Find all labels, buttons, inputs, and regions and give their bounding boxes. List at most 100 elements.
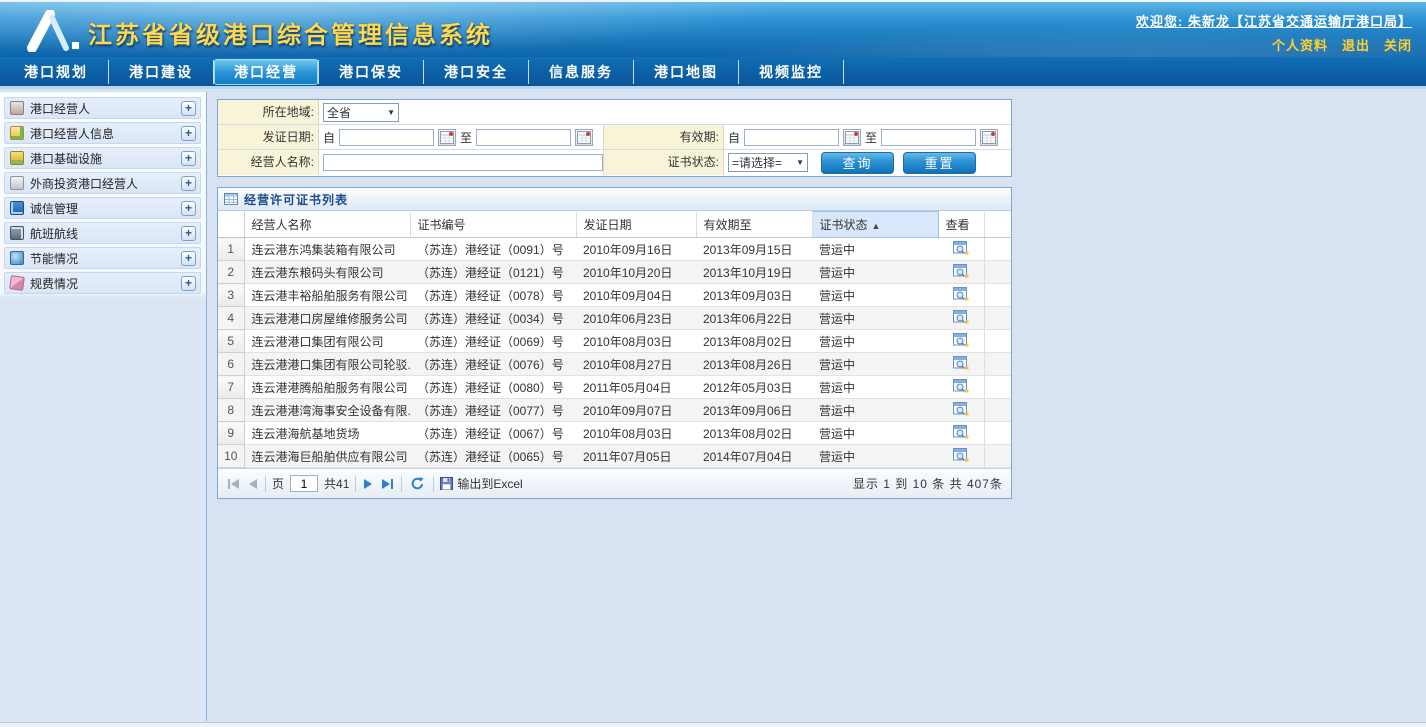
view-record-icon[interactable] [953,402,969,416]
view-record-icon[interactable] [953,264,969,278]
sidebar-item[interactable]: 规费情况+ [4,272,201,294]
total-pages-label: 共41 [324,475,349,492]
view-cell [938,399,984,422]
cert-status-cell: 营运中 [812,307,938,330]
view-record-icon[interactable] [953,310,969,324]
table-row[interactable]: 5连云港港口集团有限公司（苏连）港经证（0069）号2010年08月03日201… [218,330,1011,353]
tab-3[interactable]: 港口经营 [214,59,318,85]
view-record-icon[interactable] [953,241,969,255]
cert-number-cell: （苏连）港经证（0077）号 [410,399,576,422]
calendar-icon[interactable] [438,129,456,146]
col-valid-until[interactable]: 有效期至 [696,212,812,238]
next-page-button[interactable] [362,477,374,491]
view-record-icon[interactable] [953,425,969,439]
scrollbar-filler-cell [984,422,1011,445]
col-issue-date[interactable]: 发证日期 [576,212,696,238]
prev-page-button[interactable] [247,477,259,491]
issue-date-label: 发证日期: [218,125,319,149]
query-button[interactable]: 查询 [821,152,894,174]
valid-until-cell: 2014年07月04日 [696,445,812,468]
tab-7[interactable]: 港口地图 [634,59,738,85]
view-record-icon[interactable] [953,379,969,393]
cert-status-cell: 营运中 [812,284,938,307]
page-number-input[interactable] [290,475,318,492]
valid-to-input[interactable] [881,129,976,146]
profile-link[interactable]: 个人资料 [1272,35,1328,54]
expand-plus-icon[interactable]: + [181,226,196,241]
valid-from-input[interactable] [744,129,839,146]
scrollbar-filler-cell [984,330,1011,353]
table-row[interactable]: 3连云港丰裕船舶服务有限公司（苏连）港经证（0078）号2010年09月04日2… [218,284,1011,307]
table-row[interactable]: 6连云港港口集团有限公司轮驳...（苏连）港经证（0076）号2010年08月2… [218,353,1011,376]
scrollbar-filler-cell [984,307,1011,330]
table-row[interactable]: 7连云港港腾船舶服务有限公司（苏连）港经证（0080）号2011年05月04日2… [218,376,1011,399]
pagination-bar: 页 共41 输出到Excel [218,468,1011,498]
sidebar-item[interactable]: 外商投资港口经营人+ [4,172,201,194]
cert-status-label: 证书状态: [603,150,724,175]
region-select-value: 全省 [327,104,351,121]
last-page-button[interactable] [380,477,395,491]
refresh-icon [410,476,425,491]
expand-plus-icon[interactable]: + [181,126,196,141]
sidebar-item[interactable]: 港口基础设施+ [4,147,201,169]
sidebar-item-label: 节能情况 [30,250,181,267]
tab-1[interactable]: 港口规划 [4,59,108,85]
expand-plus-icon[interactable]: + [181,276,196,291]
app-window: 江苏省省级港口综合管理信息系统 欢迎您: 朱新龙【江苏省交通运输厅港口局】 个人… [0,0,1426,727]
sidebar-item[interactable]: 港口经营人信息+ [4,122,201,144]
issue-from-input[interactable] [339,129,434,146]
operator-name-label: 经营人名称: [218,150,319,175]
table-row[interactable]: 2连云港东粮码头有限公司（苏连）港经证（0121）号2010年10月20日201… [218,261,1011,284]
view-record-icon[interactable] [953,356,969,370]
view-record-icon[interactable] [953,287,969,301]
operator-name-input[interactable] [323,154,603,171]
issue-to-input[interactable] [476,129,571,146]
col-cert-number[interactable]: 证书编号 [410,212,576,238]
record-count-summary: 显示 1 到 10 条 共 407条 [853,475,1003,492]
table-row[interactable]: 9连云港海航基地货场（苏连）港经证（0067）号2010年08月03日2013年… [218,422,1011,445]
col-operator-name[interactable]: 经营人名称 [244,212,410,238]
table-row[interactable]: 8连云港港湾海事安全设备有限...（苏连）港经证（0077）号2010年09月0… [218,399,1011,422]
export-excel-button[interactable]: 输出到Excel [440,475,522,492]
valid-until-cell: 2013年06月22日 [696,307,812,330]
sidebar-item[interactable]: 港口经营人+ [4,97,201,119]
tab-2[interactable]: 港口建设 [109,59,213,85]
issue-date-cell: 2011年05月04日 [576,376,696,399]
tab-6[interactable]: 信息服务 [529,59,633,85]
sidebar-item[interactable]: 诚信管理+ [4,197,201,219]
app-logo-icon [26,10,82,52]
cert-status-select[interactable]: =请选择= ▼ [728,153,808,172]
tab-4[interactable]: 港口保安 [319,59,423,85]
expand-plus-icon[interactable]: + [181,201,196,216]
reset-button[interactable]: 重置 [903,152,976,174]
valid-until-cell: 2013年09月06日 [696,399,812,422]
sidebar-item[interactable]: 航班航线+ [4,222,201,244]
port-operator-icon [10,101,24,115]
calendar-icon[interactable] [575,129,593,146]
tab-5[interactable]: 港口安全 [424,59,528,85]
calendar-icon[interactable] [843,129,861,146]
region-select[interactable]: 全省 ▼ [323,103,399,122]
table-row[interactable]: 10连云港海巨船舶供应有限公司（苏连）港经证（0065）号2011年07月05日… [218,445,1011,468]
expand-plus-icon[interactable]: + [181,151,196,166]
header-links: 个人资料 退出 关闭 [1272,35,1412,54]
view-record-icon[interactable] [953,333,969,347]
table-row[interactable]: 1连云港东鸿集装箱有限公司（苏连）港经证（0091）号2010年09月16日20… [218,238,1011,261]
table-row[interactable]: 4连云港港口房屋维修服务公司（苏连）港经证（0034）号2010年06月23日2… [218,307,1011,330]
first-page-button[interactable] [226,477,241,491]
refresh-button[interactable] [408,474,427,493]
view-record-icon[interactable] [953,448,969,462]
page-title: 江苏省省级港口综合管理信息系统 [88,15,493,50]
expand-plus-icon[interactable]: + [181,251,196,266]
col-cert-status[interactable]: 证书状态▲ [812,212,938,238]
logout-link[interactable]: 退出 [1342,35,1370,54]
expand-plus-icon[interactable]: + [181,101,196,116]
credit-management-icon [10,201,24,215]
expand-plus-icon[interactable]: + [181,176,196,191]
tab-8[interactable]: 视频监控 [739,59,843,85]
calendar-icon[interactable] [980,129,998,146]
issue-date-cell: 2010年08月03日 [576,330,696,353]
table-header-row: 经营人名称 证书编号 发证日期 有效期至 证书状态▲ 查看 [218,212,1011,238]
sidebar-item[interactable]: 节能情况+ [4,247,201,269]
close-link[interactable]: 关闭 [1384,35,1412,54]
